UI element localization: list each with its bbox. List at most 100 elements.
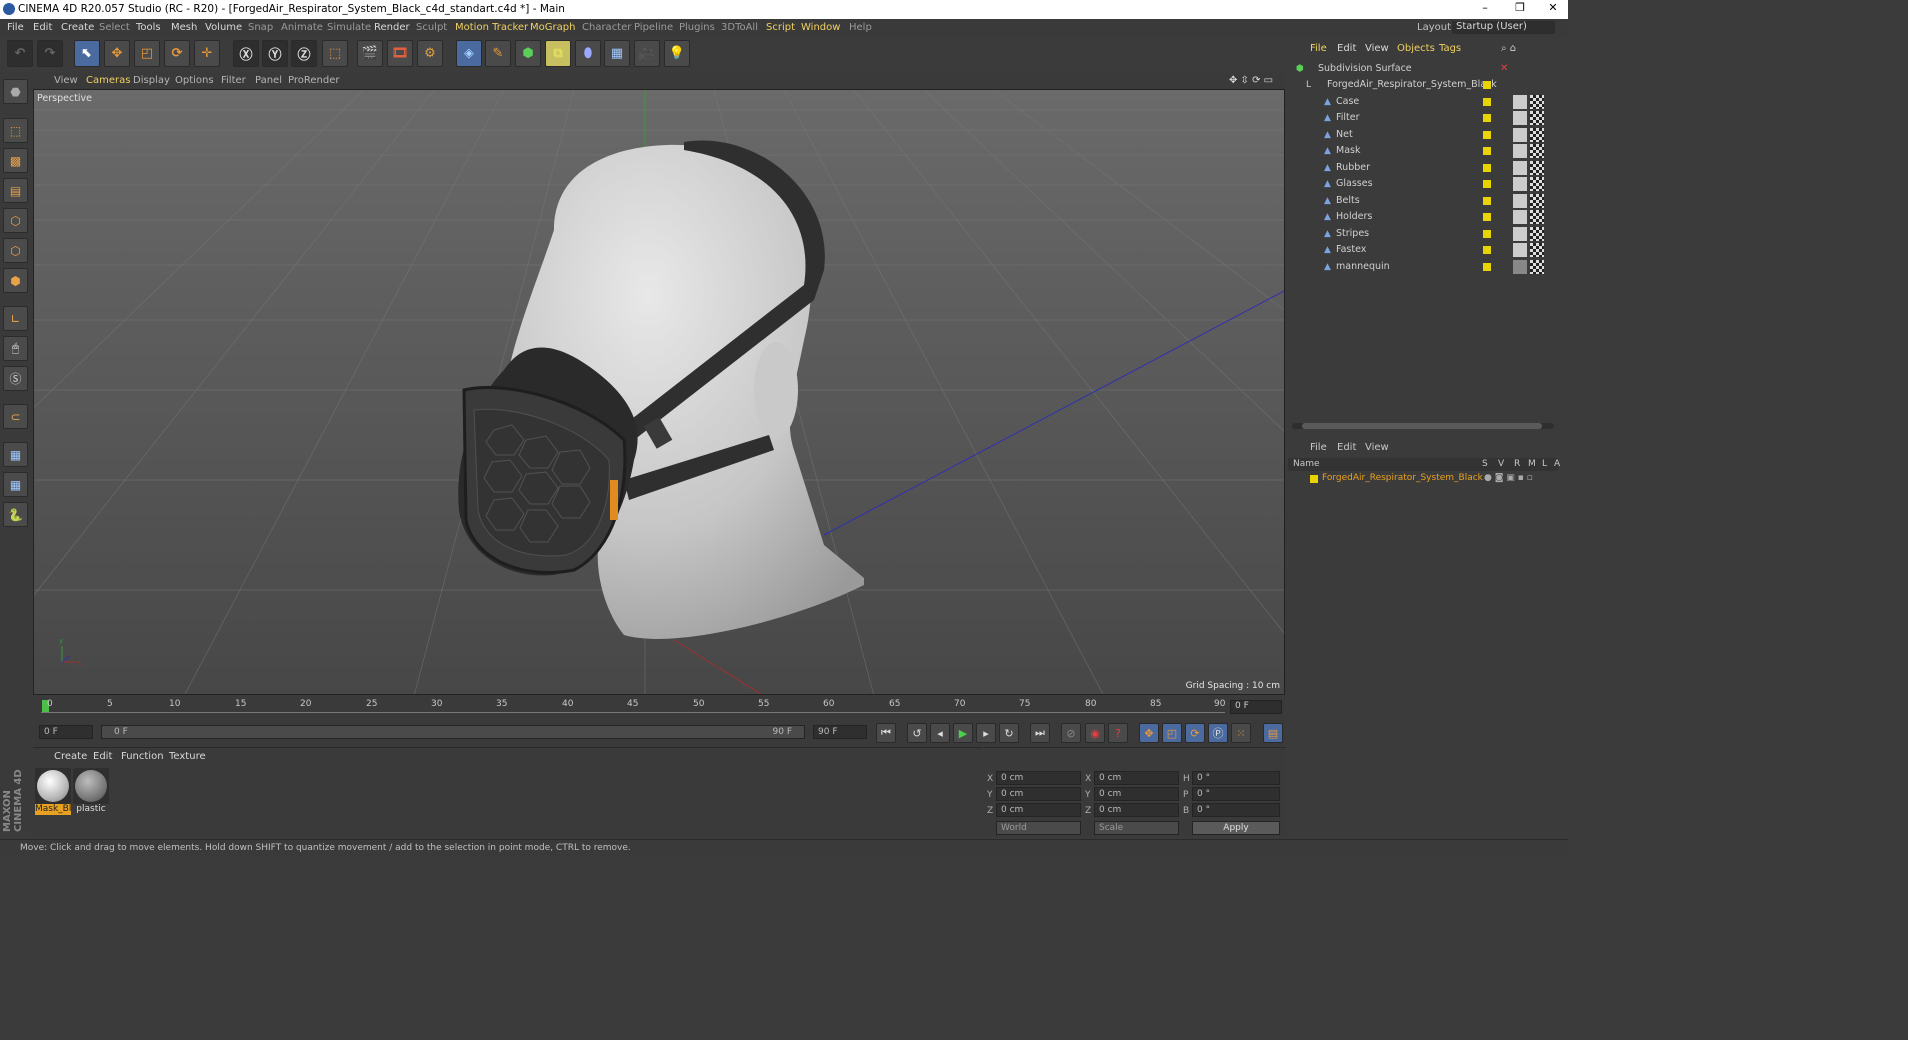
keyframe-selection-icon[interactable]: ? [1108, 723, 1128, 743]
material-swatch[interactable]: Mask_Bl [35, 768, 71, 815]
cube-object-icon[interactable]: ◈ [456, 40, 482, 67]
object-row[interactable]: ▲ Holders [1288, 209, 1558, 225]
menu-render[interactable]: Render [374, 22, 410, 33]
points-mode-icon[interactable]: ⬡ [3, 208, 28, 233]
layer-color-swatch[interactable] [1483, 131, 1491, 139]
undo-icon[interactable]: ↶ [7, 40, 33, 67]
size-z-field[interactable]: 0 cm [1094, 803, 1179, 817]
menu-mesh[interactable]: Mesh [171, 22, 197, 33]
menu-file[interactable]: File [7, 22, 24, 33]
material-menu-create[interactable]: Create [54, 751, 87, 762]
material-swatch[interactable]: plastic [73, 768, 109, 815]
rot-p-field[interactable]: 0 ° [1192, 787, 1280, 801]
layers-menu-view[interactable]: View [1365, 442, 1389, 453]
z-axis-lock-icon[interactable]: Ⓩ [291, 40, 317, 67]
perspective-viewport[interactable]: y x Perspective Grid Spacing : 10 cm [33, 89, 1285, 695]
rotate-tool-icon[interactable]: ⟳ [164, 40, 190, 67]
model-mode-icon[interactable]: ⬚ [3, 118, 28, 143]
material-tag-icon[interactable] [1513, 260, 1527, 274]
menu-simulate[interactable]: Simulate [327, 22, 371, 33]
live-selection-icon[interactable]: ⬉ [74, 40, 100, 67]
menu-mograph[interactable]: MoGraph [530, 22, 575, 33]
pen-spline-icon[interactable]: ✎ [485, 40, 511, 67]
preview-range-slider[interactable]: 0 F 90 F [101, 725, 805, 739]
goto-end-icon[interactable]: ⏭ [1030, 723, 1050, 743]
layer-color-swatch[interactable] [1483, 246, 1491, 254]
restore-button[interactable]: ❐ [1505, 1, 1535, 17]
render-view-icon[interactable]: 🎬 [357, 40, 383, 67]
object-row[interactable]: L ForgedAir_Respirator_System_Black [1288, 77, 1558, 93]
layer-color-swatch[interactable] [1483, 147, 1491, 155]
pos-x-field[interactable]: 0 cm [996, 771, 1081, 785]
menu-3dtoall[interactable]: 3DToAll [721, 22, 758, 33]
next-frame-icon[interactable]: ▸ [976, 723, 996, 743]
record-keys-icon[interactable]: ⊘ [1061, 723, 1081, 743]
material-tag-icon[interactable] [1513, 144, 1527, 158]
layer-color-swatch[interactable] [1310, 475, 1318, 483]
menu-edit[interactable]: Edit [33, 22, 52, 33]
menu-plugins[interactable]: Plugins [679, 22, 715, 33]
layer-flags-icons[interactable]: ● ◙ ▣ ▪ ▫ [1484, 473, 1533, 483]
scale-mode-dropdown[interactable]: Scale [1094, 821, 1179, 835]
texture-tag-icon[interactable] [1530, 161, 1544, 175]
objects-menu-view[interactable]: View [1365, 43, 1389, 54]
coordinate-system-dropdown[interactable]: World [996, 821, 1081, 835]
layer-row[interactable]: ForgedAir_Respirator_System_Black ● ◙ ▣ … [1288, 472, 1558, 486]
texture-tag-icon[interactable] [1530, 194, 1544, 208]
column-manager[interactable]: M [1528, 459, 1536, 469]
material-menu-texture[interactable]: Texture [169, 751, 206, 762]
solo-mode-icon[interactable]: Ⓢ [3, 366, 28, 391]
previous-key-icon[interactable]: ↺ [907, 723, 927, 743]
material-tag-icon[interactable] [1513, 194, 1527, 208]
camera-icon[interactable]: 🎥 [634, 40, 660, 67]
column-name[interactable]: Name [1293, 459, 1320, 469]
redo-icon[interactable]: ↷ [37, 40, 63, 67]
play-forward-icon[interactable]: ▶ [953, 723, 973, 743]
texture-tag-icon[interactable] [1530, 210, 1544, 224]
layer-color-swatch[interactable] [1483, 180, 1491, 188]
close-button[interactable]: ✕ [1538, 1, 1568, 17]
layer-color-swatch[interactable] [1483, 98, 1491, 106]
object-row[interactable]: ▲ Rubber [1288, 160, 1558, 176]
key-pla-icon[interactable]: ⁙ [1231, 723, 1251, 743]
menu-script[interactable]: Script [766, 22, 795, 33]
material-tag-icon[interactable] [1513, 95, 1527, 109]
render-picture-viewer-icon[interactable]: 🎞 [387, 40, 413, 67]
layer-color-swatch[interactable] [1483, 114, 1491, 122]
layer-color-swatch[interactable] [1483, 263, 1491, 271]
texture-tag-icon[interactable] [1530, 95, 1544, 109]
texture-tag-icon[interactable] [1530, 243, 1544, 257]
texture-tag-icon[interactable] [1530, 177, 1544, 191]
key-parameter-icon[interactable]: Ⓟ [1208, 723, 1228, 743]
previous-frame-icon[interactable]: ◂ [930, 723, 950, 743]
texture-mode-icon[interactable]: ▩ [3, 148, 28, 173]
material-tag-icon[interactable] [1513, 243, 1527, 257]
key-position-icon[interactable]: ✥ [1139, 723, 1159, 743]
menu-volume[interactable]: Volume [205, 22, 242, 33]
texture-tag-icon[interactable] [1530, 260, 1544, 274]
rot-b-field[interactable]: 0 ° [1192, 803, 1280, 817]
texture-tag-icon[interactable] [1530, 128, 1544, 142]
objects-menu-edit[interactable]: Edit [1337, 43, 1356, 54]
deformer-icon[interactable]: ⬮ [575, 40, 601, 67]
menu-snap[interactable]: Snap [248, 22, 273, 33]
object-row[interactable]: ▲ Net [1288, 127, 1558, 143]
menu-window[interactable]: Window [801, 22, 840, 33]
start-frame-field[interactable]: 0 F [39, 725, 93, 739]
rot-h-field[interactable]: 0 ° [1192, 771, 1280, 785]
key-rotation-icon[interactable]: ⟳ [1185, 723, 1205, 743]
make-editable-icon[interactable]: ⬣ [3, 79, 28, 104]
layout-dropdown[interactable]: Startup (User) [1452, 21, 1555, 34]
light-icon[interactable]: 💡 [664, 40, 690, 67]
material-tag-icon[interactable] [1513, 210, 1527, 224]
viewport-menu-display[interactable]: Display [133, 75, 170, 86]
material-tag-icon[interactable] [1513, 227, 1527, 241]
material-tag-icon[interactable] [1513, 161, 1527, 175]
viewport-menu-filter[interactable]: Filter [221, 75, 246, 86]
menu-pipeline[interactable]: Pipeline [634, 22, 673, 33]
column-locked[interactable]: L [1542, 459, 1547, 469]
x-axis-lock-icon[interactable]: Ⓧ [233, 40, 259, 67]
object-row[interactable]: ▲ Mask [1288, 143, 1558, 159]
object-row[interactable]: ▲ Case [1288, 94, 1558, 110]
disabled-check-icon[interactable]: ✕ [1500, 63, 1508, 74]
